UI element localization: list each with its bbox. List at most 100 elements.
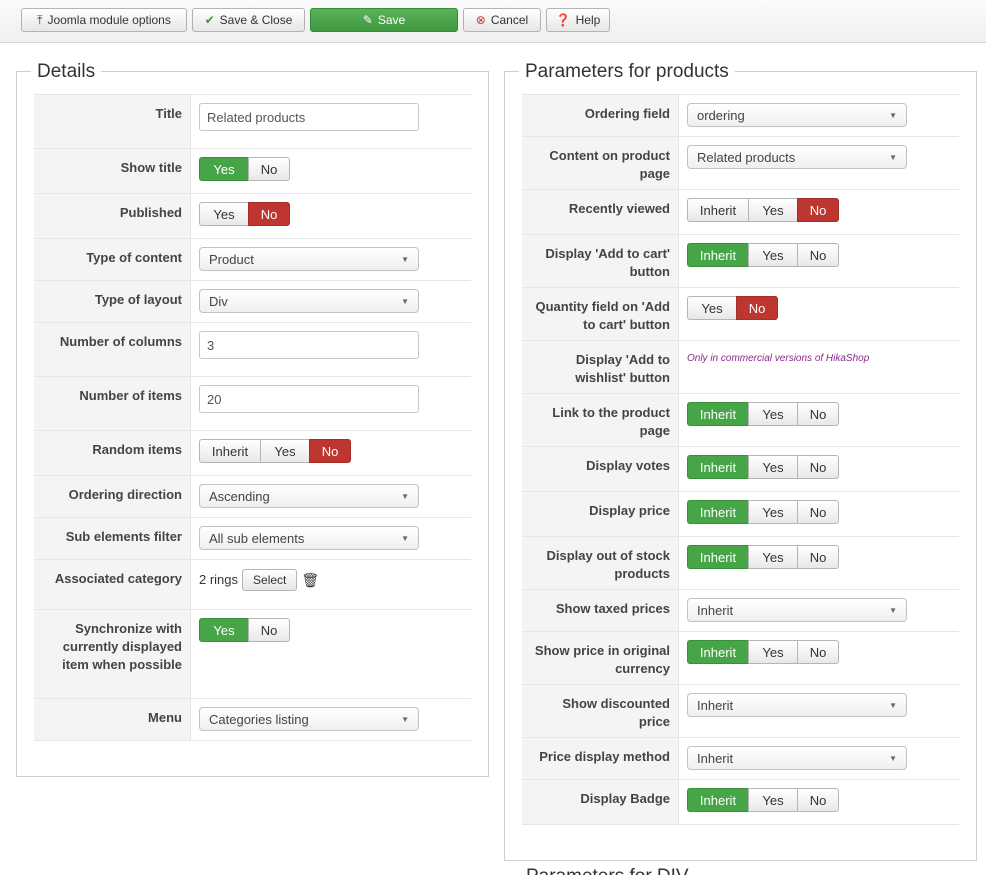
recently-viewed-yes[interactable]: Yes bbox=[748, 198, 798, 222]
sub-filter-select[interactable]: All sub elements ▼ bbox=[199, 526, 419, 550]
caret-down-icon: ▼ bbox=[401, 254, 409, 264]
save-close-button[interactable]: ✔ Save & Close bbox=[192, 8, 305, 32]
recently-viewed-no[interactable]: No bbox=[797, 198, 839, 222]
out-stock-no[interactable]: No bbox=[797, 545, 839, 569]
add-cart-inherit[interactable]: Inherit bbox=[687, 243, 749, 267]
row-show-title: Show title Yes No bbox=[34, 149, 471, 194]
row-type-layout: Type of layout Div ▼ bbox=[34, 281, 471, 323]
select-category-button[interactable]: Select bbox=[242, 569, 298, 591]
link-no[interactable]: No bbox=[797, 402, 839, 426]
qty-no[interactable]: No bbox=[736, 296, 778, 320]
row-orig-currency: Show price in original currency Inherit … bbox=[522, 632, 959, 685]
show-title-no[interactable]: No bbox=[248, 157, 290, 181]
random-yes[interactable]: Yes bbox=[260, 439, 310, 463]
row-price: Display price Inherit Yes No bbox=[522, 492, 959, 537]
save-button[interactable]: ✎ Save bbox=[310, 8, 458, 32]
price-method-select[interactable]: Inherit ▼ bbox=[687, 746, 907, 770]
votes-toggle: Inherit Yes No bbox=[687, 455, 839, 479]
published-yes[interactable]: Yes bbox=[199, 202, 249, 226]
badge-yes[interactable]: Yes bbox=[748, 788, 798, 812]
type-layout-select[interactable]: Div ▼ bbox=[199, 289, 419, 313]
title-input[interactable]: Related products bbox=[199, 103, 419, 131]
orig-currency-inherit[interactable]: Inherit bbox=[687, 640, 749, 664]
link-yes[interactable]: Yes bbox=[748, 402, 798, 426]
caret-down-icon: ▼ bbox=[889, 110, 897, 120]
row-price-method: Price display method Inherit ▼ bbox=[522, 738, 959, 780]
joomla-options-button[interactable]: ⤒ Joomla module options bbox=[21, 8, 187, 32]
caret-down-icon: ▼ bbox=[401, 714, 409, 724]
sync-no[interactable]: No bbox=[248, 618, 290, 642]
row-type-content: Type of content Product ▼ bbox=[34, 239, 471, 281]
row-num-columns: Number of columns 3 bbox=[34, 323, 471, 377]
details-legend: Details bbox=[31, 61, 102, 83]
wishlist-note: Only in commercial versions of HikaShop bbox=[687, 353, 870, 364]
caret-down-icon: ▼ bbox=[401, 533, 409, 543]
params-form: Ordering field ordering ▼ Content on prod… bbox=[522, 94, 959, 825]
row-ordering-field: Ordering field ordering ▼ bbox=[522, 95, 959, 137]
caret-down-icon: ▼ bbox=[889, 152, 897, 162]
caret-down-icon: ▼ bbox=[889, 753, 897, 763]
cancel-button[interactable]: ⊗ Cancel bbox=[463, 8, 541, 32]
num-columns-input[interactable]: 3 bbox=[199, 331, 419, 359]
add-cart-yes[interactable]: Yes bbox=[748, 243, 798, 267]
row-taxed: Show taxed prices Inherit ▼ bbox=[522, 590, 959, 632]
discounted-select[interactable]: Inherit ▼ bbox=[687, 693, 907, 717]
orig-currency-yes[interactable]: Yes bbox=[748, 640, 798, 664]
caret-down-icon: ▼ bbox=[401, 296, 409, 306]
recently-viewed-inherit[interactable]: Inherit bbox=[687, 198, 749, 222]
row-num-items: Number of items 20 bbox=[34, 377, 471, 431]
votes-no[interactable]: No bbox=[797, 455, 839, 479]
show-title-yes[interactable]: Yes bbox=[199, 157, 249, 181]
ordering-field-select[interactable]: ordering ▼ bbox=[687, 103, 907, 127]
out-stock-inherit[interactable]: Inherit bbox=[687, 545, 749, 569]
row-recently-viewed: Recently viewed Inherit Yes No bbox=[522, 190, 959, 235]
published-no[interactable]: No bbox=[248, 202, 290, 226]
trash-icon[interactable]: 🗑 bbox=[301, 569, 319, 591]
menu-select[interactable]: Categories listing ▼ bbox=[199, 707, 419, 731]
votes-inherit[interactable]: Inherit bbox=[687, 455, 749, 479]
row-title: Title Related products bbox=[34, 95, 471, 149]
row-wishlist: Display 'Add to wishlist' button Only in… bbox=[522, 341, 959, 394]
badge-inherit[interactable]: Inherit bbox=[687, 788, 749, 812]
toolbar: ⤒ Joomla module options ✔ Save & Close ✎… bbox=[0, 0, 986, 43]
link-toggle: Inherit Yes No bbox=[687, 402, 839, 426]
random-inherit[interactable]: Inherit bbox=[199, 439, 261, 463]
type-content-select[interactable]: Product ▼ bbox=[199, 247, 419, 271]
price-no[interactable]: No bbox=[797, 500, 839, 524]
help-icon: ❓ bbox=[555, 13, 571, 27]
row-qty: Quantity field on 'Add to cart' button Y… bbox=[522, 288, 959, 341]
check-icon: ✔ bbox=[204, 13, 215, 27]
link-inherit[interactable]: Inherit bbox=[687, 402, 749, 426]
random-toggle: Inherit Yes No bbox=[199, 439, 351, 463]
row-discounted: Show discounted price Inherit ▼ bbox=[522, 685, 959, 738]
published-toggle: Yes No bbox=[199, 202, 290, 226]
row-assoc-cat: Associated category 2 rings Select 🗑 bbox=[34, 560, 471, 610]
help-button[interactable]: ❓ Help bbox=[546, 8, 610, 32]
price-yes[interactable]: Yes bbox=[748, 500, 798, 524]
num-items-input[interactable]: 20 bbox=[199, 385, 419, 413]
row-badge: Display Badge Inherit Yes No bbox=[522, 780, 959, 825]
ordering-dir-select[interactable]: Ascending ▼ bbox=[199, 484, 419, 508]
orig-currency-no[interactable]: No bbox=[797, 640, 839, 664]
out-stock-toggle: Inherit Yes No bbox=[687, 545, 839, 569]
row-out-stock: Display out of stock products Inherit Ye… bbox=[522, 537, 959, 590]
assoc-cat-value: 2 rings bbox=[199, 572, 239, 587]
caret-down-icon: ▼ bbox=[889, 605, 897, 615]
out-stock-yes[interactable]: Yes bbox=[748, 545, 798, 569]
random-no[interactable]: No bbox=[309, 439, 351, 463]
qty-toggle: Yes No bbox=[687, 296, 778, 320]
qty-yes[interactable]: Yes bbox=[687, 296, 737, 320]
add-cart-toggle: Inherit Yes No bbox=[687, 243, 839, 267]
badge-no[interactable]: No bbox=[797, 788, 839, 812]
row-random: Random items Inherit Yes No bbox=[34, 431, 471, 476]
votes-yes[interactable]: Yes bbox=[748, 455, 798, 479]
add-cart-no[interactable]: No bbox=[797, 243, 839, 267]
sync-toggle: Yes No bbox=[199, 618, 290, 642]
upload-icon: ⤒ bbox=[37, 13, 43, 27]
params-legend: Parameters for products bbox=[519, 61, 735, 83]
taxed-select[interactable]: Inherit ▼ bbox=[687, 598, 907, 622]
details-form: Title Related products Show title Yes No… bbox=[34, 94, 471, 741]
content-page-select[interactable]: Related products ▼ bbox=[687, 145, 907, 169]
sync-yes[interactable]: Yes bbox=[199, 618, 249, 642]
price-inherit[interactable]: Inherit bbox=[687, 500, 749, 524]
